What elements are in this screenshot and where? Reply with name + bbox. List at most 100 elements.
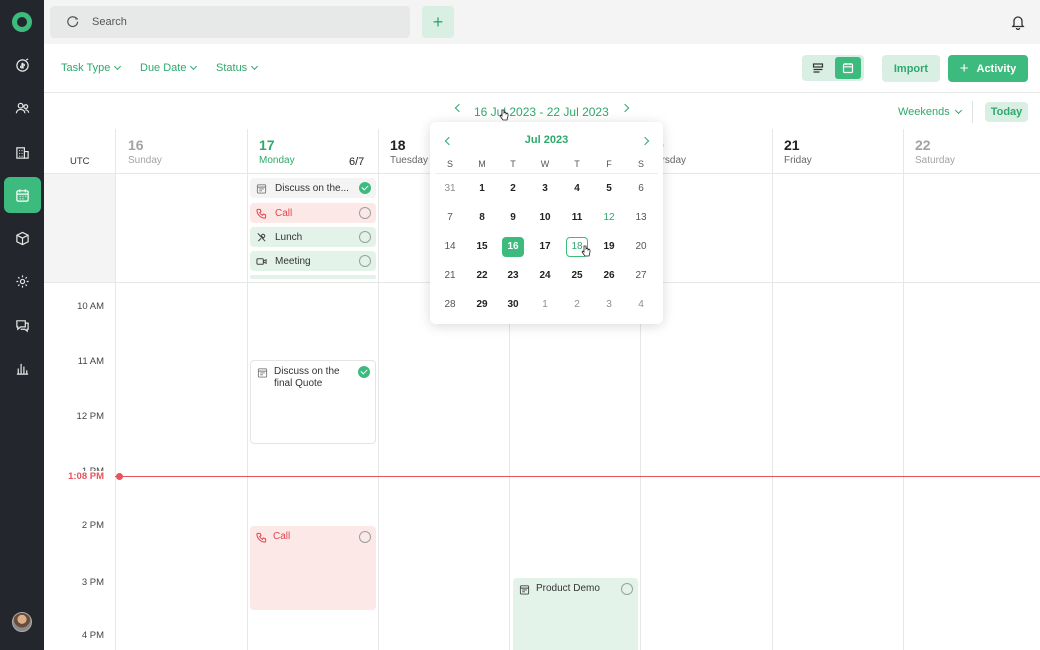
event-discuss-quote[interactable]: Discuss on the final Quote — [250, 360, 376, 444]
allday-task[interactable]: Discuss on the... — [250, 178, 376, 198]
prev-week-icon[interactable] — [454, 103, 464, 113]
date-cell[interactable]: 10 — [534, 208, 556, 228]
calendar-icon — [256, 183, 267, 194]
date-cell[interactable]: 2 — [566, 295, 588, 315]
weekends-label: Weekends — [898, 106, 950, 118]
today-button[interactable]: Today — [985, 102, 1028, 122]
date-cell[interactable]: 1 — [534, 295, 556, 315]
date-cell[interactable]: 17 — [534, 237, 556, 257]
add-activity-button[interactable]: + Activity — [948, 55, 1028, 82]
calendar-icon — [519, 585, 530, 595]
complete-toggle-icon[interactable] — [359, 231, 371, 243]
sidebar-item-settings[interactable] — [6, 265, 38, 297]
time-label: 12 PM — [76, 411, 104, 422]
date-cell[interactable]: 22 — [471, 266, 493, 286]
day-number: 17 — [259, 137, 275, 153]
status-label: Status — [216, 62, 248, 74]
sidebar-item-calendar[interactable] — [4, 177, 41, 213]
gear-icon — [15, 274, 29, 288]
month-title[interactable]: Jul 2023 — [430, 134, 663, 146]
divider — [972, 101, 973, 123]
date-cell[interactable]: 4 — [566, 179, 588, 199]
date-cell[interactable]: 25 — [566, 266, 588, 286]
calendar-icon — [16, 188, 29, 202]
time-label: 3 PM — [81, 577, 104, 588]
completed-check-icon[interactable] — [358, 366, 370, 378]
sidebar-item-contacts[interactable] — [6, 92, 38, 124]
app-logo[interactable] — [12, 12, 32, 32]
event-title-line: Discuss on the — [274, 366, 340, 377]
sidebar-item-products[interactable] — [6, 222, 38, 254]
complete-toggle-icon[interactable] — [359, 255, 371, 267]
date-cell[interactable]: 7 — [439, 208, 461, 228]
weekday-label: S — [637, 159, 644, 169]
date-cell[interactable]: 12 — [598, 208, 620, 228]
event-product-demo[interactable]: Product Demo — [513, 578, 638, 650]
day-header-sunday[interactable]: 16 Sunday — [128, 137, 162, 166]
date-cell[interactable]: 29 — [471, 295, 493, 315]
date-range-label[interactable]: 16 Jul 2023 - 22 Jul 2023 — [474, 105, 609, 119]
date-cell[interactable]: 4 — [630, 295, 652, 315]
search-icon — [67, 15, 79, 27]
task-type-filter[interactable]: Task Type — [61, 62, 122, 74]
next-week-icon[interactable] — [620, 103, 630, 113]
date-cell[interactable]: 8 — [471, 208, 493, 228]
date-cell[interactable]: 3 — [534, 179, 556, 199]
date-cell[interactable]: 26 — [598, 266, 620, 286]
date-cell[interactable]: 9 — [502, 208, 524, 228]
date-cell[interactable]: 19 — [598, 237, 620, 257]
task-title: Discuss on the... — [275, 182, 349, 194]
date-cell[interactable]: 30 — [502, 295, 524, 315]
chevron-down-icon — [190, 62, 198, 71]
avatar[interactable] — [12, 612, 32, 632]
weekday-label: S — [446, 159, 453, 169]
date-cell[interactable]: 5 — [598, 179, 620, 199]
date-cell[interactable]: 28 — [439, 295, 461, 315]
completed-check-icon[interactable] — [359, 182, 371, 194]
sidebar-item-reports[interactable] — [6, 352, 38, 384]
complete-toggle-icon[interactable] — [359, 207, 371, 219]
date-cell[interactable]: 3 — [598, 295, 620, 315]
column-divider — [903, 129, 904, 650]
plus-icon: + — [959, 60, 969, 77]
sidebar-item-deals[interactable] — [6, 49, 38, 81]
date-cell[interactable]: 1 — [471, 179, 493, 199]
status-filter[interactable]: Status — [216, 62, 259, 74]
bell-icon[interactable] — [1010, 14, 1026, 30]
date-cell[interactable]: 16 — [502, 237, 524, 257]
date-cell[interactable]: 27 — [630, 266, 652, 286]
day-header-friday[interactable]: 21 Friday — [784, 137, 812, 166]
calendar-view-button[interactable] — [835, 57, 861, 79]
date-cell[interactable]: 14 — [439, 237, 461, 257]
search-input[interactable]: Search — [50, 6, 410, 38]
date-cell[interactable]: 11 — [566, 208, 588, 228]
date-cell[interactable]: 23 — [502, 266, 524, 286]
date-cell[interactable]: 13 — [630, 208, 652, 228]
allday-task[interactable]: Call — [250, 203, 376, 223]
allday-task[interactable]: Meeting — [250, 251, 376, 271]
date-cell[interactable]: 6 — [630, 179, 652, 199]
weekends-dropdown[interactable]: Weekends — [898, 106, 962, 118]
date-cell[interactable]: 20 — [630, 237, 652, 257]
date-cell[interactable]: 24 — [534, 266, 556, 286]
complete-toggle-icon[interactable] — [359, 531, 371, 543]
add-button[interactable]: + — [422, 6, 454, 38]
complete-toggle-icon[interactable] — [621, 583, 633, 595]
event-call[interactable]: Call — [250, 526, 376, 610]
day-header-saturday[interactable]: 22 Saturday — [915, 137, 955, 166]
day-header-monday[interactable]: 17 Monday — [259, 137, 295, 166]
day-header-tuesday[interactable]: 18 Tuesday — [390, 137, 428, 166]
allday-task-overflow[interactable] — [250, 275, 376, 279]
date-cell[interactable]: 21 — [439, 266, 461, 286]
allday-task[interactable]: Lunch — [250, 227, 376, 247]
event-title-line: final Quote — [274, 378, 323, 389]
sidebar-item-messages[interactable] — [6, 309, 38, 341]
date-cell[interactable]: 31 — [439, 179, 461, 199]
sidebar-item-companies[interactable] — [6, 136, 38, 168]
import-button[interactable]: Import — [882, 55, 940, 82]
date-cell[interactable]: 15 — [471, 237, 493, 257]
hand-cursor-icon — [499, 109, 509, 121]
list-view-button[interactable] — [805, 57, 831, 79]
due-date-filter[interactable]: Due Date — [140, 62, 198, 74]
date-cell[interactable]: 2 — [502, 179, 524, 199]
